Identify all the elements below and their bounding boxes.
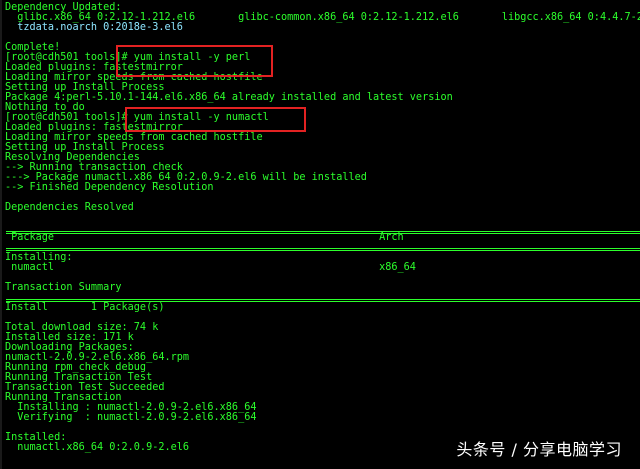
terminal-line: Verifying : numactl-2.0.9-2.el6.x86_64	[5, 412, 257, 423]
terminal-line: Package Arch	[5, 232, 404, 243]
terminal-line: tzdata.noarch 0:2018e-3.el6	[5, 22, 183, 33]
scrollbar[interactable]	[0, 0, 2, 469]
terminal-line: --> Finished Dependency Resolution	[5, 182, 214, 193]
table-rule-top	[6, 231, 640, 234]
terminal-window[interactable]: Dependency Updated: glibc.x86_64 0:2.12-…	[0, 0, 640, 469]
table-rule-summary	[6, 299, 640, 302]
highlight-box-numactl-command	[125, 107, 306, 132]
table-rule-mid	[6, 248, 640, 251]
terminal-line: Install 1 Package(s)	[5, 302, 165, 313]
terminal-line: numactl.x86_64 0:2.0.9-2.el6	[5, 442, 190, 453]
terminal-line: Transaction Summary	[5, 282, 122, 293]
terminal-line: numactl x86_64	[5, 262, 416, 273]
watermark-text: 头条号 / 分享电脑学习	[456, 440, 622, 459]
highlight-box-perl-command	[116, 45, 273, 77]
terminal-line: Dependencies Resolved	[5, 202, 134, 213]
